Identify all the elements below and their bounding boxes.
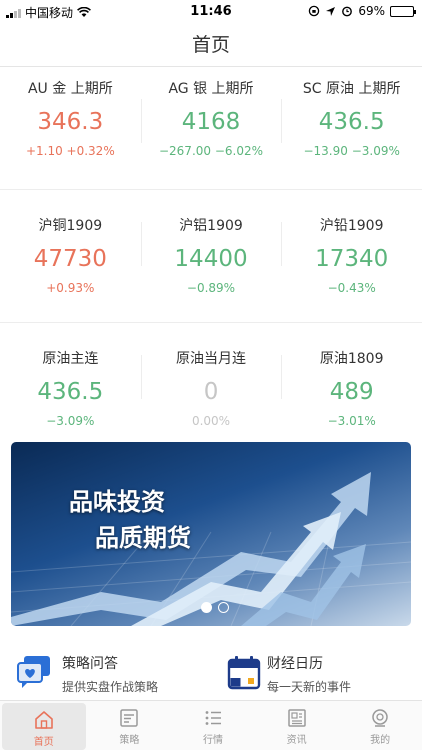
quote-row: AU 金 上期所 346.3 +1.10 +0.32% AG 银 上期所 416… [0, 67, 422, 190]
quote-name: AU 金 上期所 [27, 81, 113, 97]
quote-price: 47730 [33, 246, 107, 272]
quote-change: −0.89% [186, 281, 236, 295]
quote-card[interactable]: 沪铅1909 17340 −0.43% [281, 190, 422, 322]
calendar-icon [227, 656, 261, 690]
banner-headline-1: 品味投资 [69, 487, 165, 516]
tab-strategy[interactable]: 策略 [88, 701, 172, 750]
quote-row: 原油主连 436.5 −3.09% 原油当月连 0 0.00% 原油1809 4… [0, 323, 422, 447]
quote-change: −267.00 −6.02% [158, 144, 264, 158]
quote-card[interactable]: 原油1809 489 −3.01% [281, 323, 422, 447]
status-right: 69% [308, 4, 416, 18]
quote-change: +1.10 +0.32% [25, 144, 115, 158]
quote-card[interactable]: AG 银 上期所 4168 −267.00 −6.02% [140, 67, 282, 189]
quote-name: 原油1809 [319, 351, 384, 367]
quote-change: −13.90 −3.09% [303, 144, 400, 158]
quote-card[interactable]: 原油当月连 0 0.00% [140, 323, 282, 447]
battery-icon [390, 5, 416, 17]
carousel-dot-active[interactable] [201, 602, 212, 613]
tab-label: 资讯 [286, 735, 307, 746]
banner-headline-2: 品质期货 [95, 523, 191, 552]
quote-name: AG 银 上期所 [168, 81, 254, 97]
quote-card[interactable]: SC 原油 上期所 436.5 −13.90 −3.09% [281, 67, 422, 189]
banner-arrows-graphic [11, 472, 411, 626]
tab-label: 我的 [370, 735, 391, 746]
feature-title: 策略问答 [62, 656, 118, 672]
market-list-icon [205, 711, 221, 725]
feature-subtitle: 提供实盘作战策略 [62, 680, 159, 694]
quote-name: 沪铝1909 [179, 218, 243, 234]
tab-market[interactable]: 行情 [171, 701, 255, 750]
bottom-tab-bar: 首页 策略 行情 资讯 我的 [0, 700, 422, 750]
tab-label: 策略 [119, 735, 140, 746]
feature-title: 财经日历 [267, 656, 323, 672]
quote-card[interactable]: 沪铝1909 14400 −0.89% [140, 190, 282, 322]
rotation-lock-icon [309, 5, 320, 17]
quote-change: +0.93% [46, 281, 95, 295]
quote-change: 0.00% [191, 414, 231, 428]
promo-banner[interactable]: 品味投资 品质期货 [11, 442, 411, 626]
carousel-dots [201, 602, 229, 613]
feature-subtitle: 每一天新的事件 [267, 680, 352, 694]
page-title: 首页 [191, 34, 230, 56]
quote-change: −3.09% [46, 414, 95, 428]
status-bar: 中国移动 11:46 69% [0, 0, 422, 24]
quote-change: −0.43% [327, 281, 376, 295]
quote-card[interactable]: 沪铜1909 47730 +0.93% [0, 190, 141, 322]
quote-price: 14400 [174, 246, 248, 272]
quote-name: 原油主连 [42, 351, 99, 367]
alarm-icon [342, 6, 353, 17]
home-icon [34, 711, 53, 729]
news-icon [287, 709, 306, 727]
quote-card[interactable]: 原油主连 436.5 −3.09% [0, 323, 141, 447]
carousel-dot[interactable] [218, 602, 229, 613]
battery-percent: 69% [358, 4, 385, 18]
tab-label: 行情 [202, 735, 223, 746]
location-icon [326, 6, 336, 16]
quote-price: 436.5 [318, 109, 385, 135]
quote-price: 489 [329, 379, 374, 405]
feature-strategy-qa[interactable]: 策略问答 提供实盘作战策略 [0, 644, 211, 700]
feature-finance-calendar[interactable]: 财经日历 每一天新的事件 [211, 644, 422, 700]
tab-home[interactable]: 首页 [2, 703, 86, 750]
quote-name: SC 原油 上期所 [302, 81, 401, 97]
quote-price: 436.5 [37, 379, 104, 405]
tab-news[interactable]: 资讯 [255, 701, 339, 750]
tab-label: 首页 [33, 737, 54, 748]
quote-name: 沪铅1909 [319, 218, 384, 234]
quote-row: 沪铜1909 47730 +0.93% 沪铝1909 14400 −0.89% … [0, 190, 422, 323]
quote-price: 17340 [315, 246, 389, 272]
quote-price: 0 [203, 379, 219, 405]
quote-grid: AU 金 上期所 346.3 +1.10 +0.32% AG 银 上期所 416… [0, 67, 422, 447]
quote-change: −3.01% [327, 414, 376, 428]
strategy-doc-icon [120, 709, 139, 727]
tab-profile[interactable]: 我的 [338, 701, 422, 750]
quote-name: 原油当月连 [176, 351, 246, 367]
chat-bubble-heart-icon [17, 656, 50, 688]
profile-icon [372, 709, 388, 727]
quote-price: 4168 [181, 109, 241, 135]
quote-name: 沪铜1909 [38, 218, 103, 234]
quote-price: 346.3 [37, 109, 104, 135]
quote-card[interactable]: AU 金 上期所 346.3 +1.10 +0.32% [0, 67, 141, 189]
feature-shortcuts: 策略问答 提供实盘作战策略 财经日历 每一天新的事件 [0, 644, 422, 700]
